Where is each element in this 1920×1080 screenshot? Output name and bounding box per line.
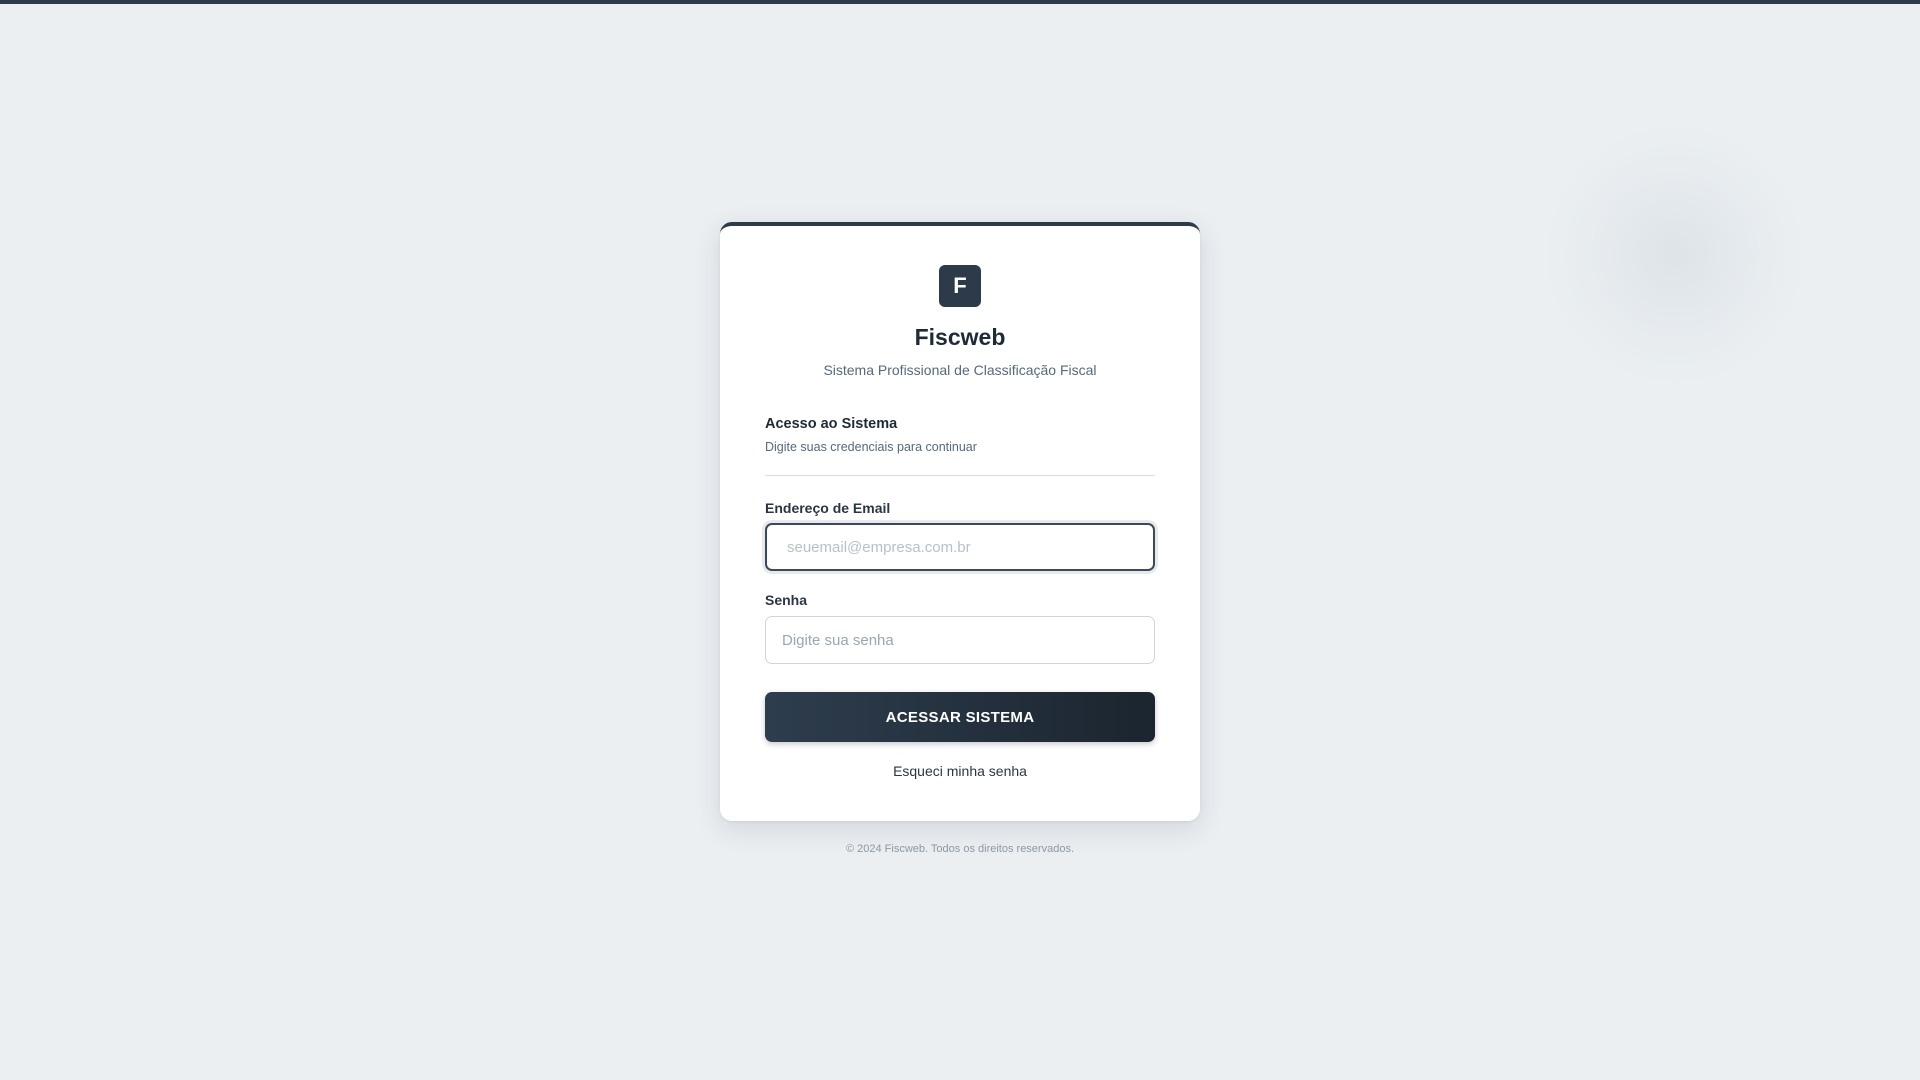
login-section-title: Acesso ao Sistema — [765, 416, 898, 432]
login-section-subtitle: Digite suas credenciais para continuar — [765, 440, 977, 454]
forgot-password-link[interactable]: Esqueci minha senha — [720, 763, 1200, 779]
email-label: Endereço de Email — [765, 500, 891, 516]
login-submit-button[interactable]: ACESSAR SISTEMA — [765, 692, 1155, 742]
app-logo: F — [939, 265, 981, 307]
password-input[interactable] — [765, 616, 1155, 664]
email-input[interactable] — [765, 523, 1155, 571]
top-accent-bar — [0, 0, 1920, 4]
password-label: Senha — [765, 592, 808, 608]
background-decoration — [1545, 125, 1805, 385]
app-tagline: Sistema Profissional de Classificação Fi… — [823, 362, 1097, 378]
section-divider — [765, 475, 1155, 476]
login-card: F Fiscweb Sistema Profissional de Classi… — [720, 222, 1200, 821]
app-title: Fiscweb — [914, 324, 1006, 350]
app-logo-letter: F — [953, 273, 967, 298]
footer-copyright: © 2024 Fiscweb. Todos os direitos reserv… — [845, 843, 1074, 855]
